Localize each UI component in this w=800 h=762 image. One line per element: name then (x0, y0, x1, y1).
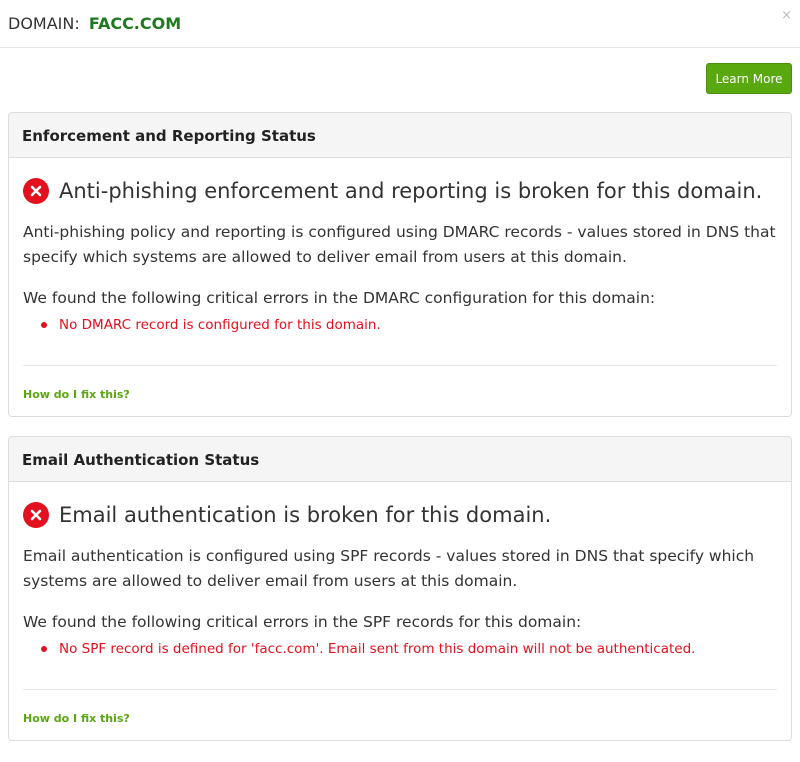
divider (23, 365, 777, 366)
error-list: No DMARC record is configured for this d… (23, 315, 777, 335)
dialog-header: DOMAIN: FACC.COM × (0, 0, 800, 48)
panel-body: Anti-phishing enforcement and reporting … (9, 176, 791, 335)
panel-heading: Email Authentication Status (9, 437, 791, 482)
close-icon[interactable]: × (781, 8, 792, 23)
status-description: Email authentication is configured using… (23, 547, 755, 590)
bullet-icon (41, 646, 47, 652)
status-row: Email authentication is broken for this … (23, 500, 777, 530)
list-item: No DMARC record is configured for this d… (23, 315, 777, 335)
error-list: No SPF record is defined for 'facc.com'.… (23, 639, 777, 659)
status-message: Email authentication is broken for this … (59, 503, 552, 527)
divider (23, 689, 777, 690)
domain-status-dialog: DOMAIN: FACC.COM × Learn More Enforcemen… (0, 0, 800, 762)
domain-name: FACC.COM (88, 14, 182, 33)
list-item: No SPF record is defined for 'facc.com'.… (23, 639, 777, 659)
errors-intro: We found the following critical errors i… (23, 613, 582, 631)
domain-label: DOMAIN: (8, 14, 80, 33)
status-message: Anti-phishing enforcement and reporting … (59, 179, 763, 203)
error-text: No DMARC record is configured for this d… (59, 317, 381, 333)
errors-intro: We found the following critical errors i… (23, 289, 656, 307)
enforcement-reporting-panel: Enforcement and Reporting Status Anti-ph… (8, 112, 792, 417)
email-authentication-panel: Email Authentication Status Email authen… (8, 436, 792, 741)
learn-more-button[interactable]: Learn More (706, 63, 792, 94)
how-to-fix-link[interactable]: How do I fix this? (23, 712, 130, 725)
status-description: Anti-phishing policy and reporting is co… (23, 223, 776, 266)
status-row: Anti-phishing enforcement and reporting … (23, 176, 777, 206)
how-to-fix-link[interactable]: How do I fix this? (23, 388, 130, 401)
panel-body: Email authentication is broken for this … (9, 500, 791, 659)
error-x-icon (23, 178, 49, 204)
error-text: No SPF record is defined for 'facc.com'.… (59, 641, 696, 657)
error-x-icon (23, 502, 49, 528)
panel-heading: Enforcement and Reporting Status (9, 113, 791, 158)
bullet-icon (41, 322, 47, 328)
domain-title: DOMAIN: FACC.COM (8, 14, 181, 33)
